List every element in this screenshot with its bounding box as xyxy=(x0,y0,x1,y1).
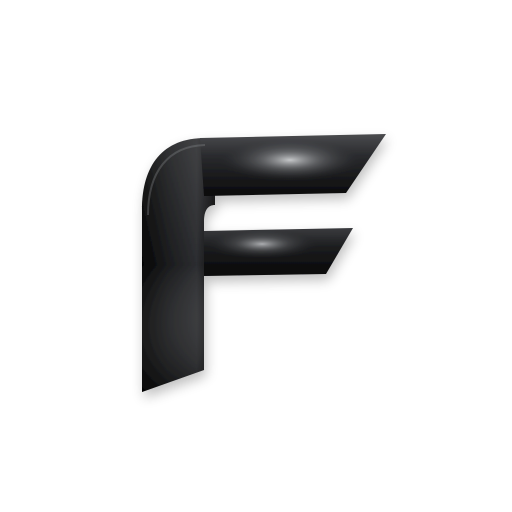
letter-f-logo-icon xyxy=(142,134,386,392)
app-icon-canvas: F xyxy=(0,0,512,512)
f-letter-shape xyxy=(142,134,386,392)
